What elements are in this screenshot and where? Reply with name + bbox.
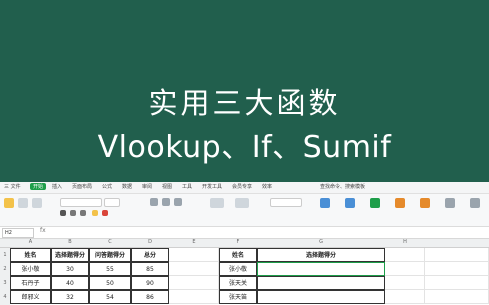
filter-icon[interactable] [395, 198, 405, 208]
empty-cell[interactable] [169, 276, 219, 290]
number-format-select[interactable] [270, 198, 302, 207]
title-banner: 实用三大函数 Vlookup、If、Sumif [0, 0, 489, 182]
menu-efficiency[interactable]: 效率 [262, 183, 272, 190]
empty-cell[interactable] [425, 248, 489, 262]
table-cell[interactable]: 32 [51, 290, 89, 304]
column-header[interactable]: E [169, 239, 219, 245]
cell-format-icon[interactable] [470, 198, 480, 208]
table-cell[interactable]: 张小敬 [10, 262, 51, 276]
menu-bar: 三 文件 开始 插入 页面布局 公式 数据 审阅 视图 工具 开发工具 会员专享… [0, 182, 489, 194]
spreadsheet-app: 三 文件 开始 插入 页面布局 公式 数据 审阅 视图 工具 开发工具 会员专享… [0, 182, 489, 305]
row-number[interactable]: 2 [0, 262, 10, 276]
menu-review[interactable]: 审阅 [142, 183, 152, 190]
fx-icon[interactable]: fx [40, 227, 46, 234]
table-cell[interactable]: 54 [89, 290, 131, 304]
align-top-icon[interactable] [150, 198, 158, 206]
empty-cell[interactable] [385, 248, 425, 262]
table-cell[interactable]: 张天笛 [219, 290, 257, 304]
wrap-icon[interactable] [235, 198, 249, 208]
empty-cell[interactable] [425, 276, 489, 290]
menu-data[interactable]: 数据 [122, 183, 132, 190]
row-number[interactable]: 4 [0, 290, 10, 305]
empty-cell[interactable] [169, 248, 219, 262]
empty-cell[interactable] [169, 290, 219, 304]
paste-icon[interactable] [4, 198, 14, 208]
column-header-row: A B C D E F G H [0, 239, 489, 248]
empty-cell[interactable] [385, 276, 425, 290]
menu-developer[interactable]: 开发工具 [202, 183, 222, 190]
sort-icon[interactable] [420, 198, 430, 208]
empty-cell[interactable] [385, 290, 425, 304]
sheet-grid: 1 2 3 4 姓名 选择题得分 问答题得分 总分 张小敬 30 55 85 石… [0, 248, 489, 305]
table-cell[interactable]: 郎邪义 [10, 290, 51, 304]
table-header-cell[interactable]: 选择题得分 [51, 248, 89, 262]
table-header-cell[interactable]: 问答题得分 [89, 248, 131, 262]
menu-page-layout[interactable]: 页面布局 [72, 183, 92, 190]
empty-cell[interactable] [169, 262, 219, 276]
row-number[interactable]: 3 [0, 276, 10, 290]
column-header[interactable]: F [219, 239, 257, 245]
menu-view[interactable]: 视图 [162, 183, 172, 190]
font-size-select[interactable] [104, 198, 120, 207]
align-middle-icon[interactable] [162, 198, 170, 206]
formula-bar: H2 fx [0, 227, 489, 239]
align-bottom-icon[interactable] [174, 198, 182, 206]
empty-cell[interactable] [425, 262, 489, 276]
merge-icon[interactable] [210, 198, 224, 208]
menu-file[interactable]: 三 文件 [4, 183, 21, 190]
banner-subtitle: Vlookup、If、Sumif [97, 130, 392, 165]
row-number[interactable]: 1 [0, 248, 10, 262]
table-header-cell[interactable]: 姓名 [219, 248, 257, 262]
menu-member[interactable]: 会员专享 [232, 183, 252, 190]
banner-title: 实用三大函数 [148, 86, 341, 120]
table-cell[interactable] [257, 276, 385, 290]
table-cell[interactable]: 张小敬 [219, 262, 257, 276]
font-color-icon[interactable] [102, 210, 108, 216]
table-cell[interactable]: 50 [89, 276, 131, 290]
empty-cell[interactable] [385, 262, 425, 276]
underline-icon[interactable] [80, 210, 86, 216]
selected-cell[interactable] [257, 262, 385, 276]
menu-tools[interactable]: 工具 [182, 183, 192, 190]
menu-formula[interactable]: 公式 [102, 183, 112, 190]
table-cell[interactable]: 40 [51, 276, 89, 290]
conditional-format-icon[interactable] [320, 198, 330, 208]
name-box[interactable]: H2 [2, 228, 34, 238]
table-cell[interactable]: 石丹子 [10, 276, 51, 290]
table-cell[interactable]: 55 [89, 262, 131, 276]
table-header-cell[interactable]: 姓名 [10, 248, 51, 262]
sum-icon[interactable] [370, 198, 380, 208]
table-cell[interactable]: 86 [131, 290, 169, 304]
column-header[interactable]: H [385, 239, 425, 245]
table-header-cell[interactable]: 总分 [131, 248, 169, 262]
copy-icon[interactable] [32, 198, 42, 208]
fill-color-icon[interactable] [92, 210, 98, 216]
empty-cell[interactable] [425, 290, 489, 304]
table-header-cell[interactable]: 选择题得分 [257, 248, 385, 262]
fill-icon[interactable] [445, 198, 455, 208]
menu-home[interactable]: 开始 [30, 183, 47, 190]
column-header[interactable]: C [89, 239, 131, 245]
cut-icon[interactable] [18, 198, 28, 208]
table-style-icon[interactable] [345, 198, 355, 208]
table-cell[interactable]: 85 [131, 262, 169, 276]
search-command[interactable]: 查找命令、搜索模板 [320, 183, 365, 190]
column-header[interactable]: B [51, 239, 89, 245]
table-cell[interactable] [257, 290, 385, 304]
column-header[interactable]: A [10, 239, 51, 245]
table-cell[interactable]: 张天关 [219, 276, 257, 290]
table-cell[interactable]: 90 [131, 276, 169, 290]
column-header[interactable]: G [257, 239, 385, 245]
italic-icon[interactable] [70, 210, 76, 216]
menu-insert[interactable]: 插入 [52, 183, 62, 190]
font-select[interactable] [60, 198, 102, 207]
column-header[interactable]: D [131, 239, 169, 245]
table-cell[interactable]: 30 [51, 262, 89, 276]
bold-icon[interactable] [60, 210, 66, 216]
ribbon-toolbar [0, 194, 489, 227]
